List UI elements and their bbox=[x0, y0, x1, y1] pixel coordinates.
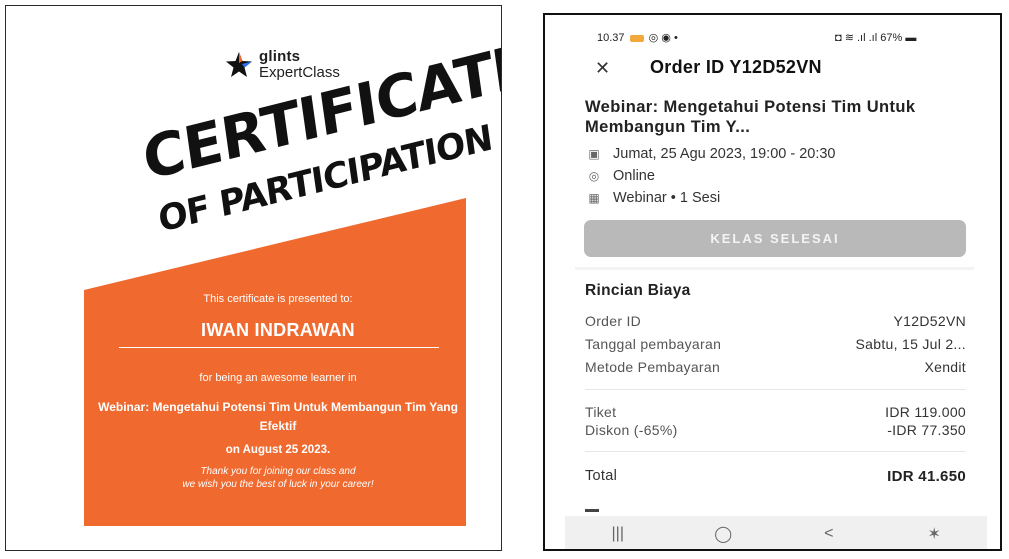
total-row: Total IDR 41.650 bbox=[585, 468, 966, 485]
class-finished-button[interactable]: KELAS SELESAI bbox=[584, 220, 966, 257]
cost-row: Order ID Y12D52VN bbox=[585, 313, 966, 329]
grid-icon: ▦ bbox=[588, 191, 600, 205]
notification-icon bbox=[629, 34, 644, 42]
presented-text: This certificate is presented to: bbox=[203, 293, 353, 305]
divider bbox=[585, 451, 966, 452]
android-nav-bar: ||| ◯ < ✶ bbox=[565, 516, 987, 549]
cost-row: Metode Pembayaran Xendit bbox=[585, 359, 966, 375]
thanks-line-2: we wish you the best of luck in your car… bbox=[182, 479, 374, 490]
glints-logo: glints ExpertClass bbox=[225, 49, 340, 81]
webinar-title: Webinar: Mengetahui Potensi Tim Untuk Me… bbox=[585, 98, 916, 136]
cost-row-label: Tanggal pembayaran bbox=[585, 336, 722, 352]
page-title: Order ID Y12D52VN bbox=[650, 57, 822, 77]
cost-row-value: Xendit bbox=[924, 359, 966, 375]
status-bar-left: 10.37 ◎ ◉ • bbox=[597, 31, 678, 44]
cost-row-value: Y12D52VN bbox=[893, 313, 966, 329]
type-text: Webinar • 1 Sesi bbox=[613, 190, 721, 206]
battery-icon: ▬ bbox=[905, 32, 917, 44]
thanks-message: Thank you for joining our class and we w… bbox=[86, 465, 470, 491]
ticket-row: Tiket IDR 119.000 bbox=[585, 404, 966, 420]
status-icons: ◘ ≋ .ıl .ıl bbox=[835, 32, 878, 44]
ticket-label: Tiket bbox=[585, 404, 617, 420]
location-pin-icon: ◎ bbox=[588, 169, 600, 183]
discount-row: Diskon (-65%) -IDR 77.350 bbox=[585, 422, 966, 438]
thanks-line-1: Thank you for joining our class and bbox=[200, 466, 356, 477]
recent-apps-icon[interactable]: ||| bbox=[598, 525, 638, 543]
total-value: IDR 41.650 bbox=[887, 468, 966, 485]
section-divider bbox=[575, 267, 974, 270]
phone-screenshot: 10.37 ◎ ◉ • ◘ ≋ .ıl .ıl 67% ▬ ✕ Order ID… bbox=[543, 13, 1002, 551]
discount-label: Diskon (-65%) bbox=[585, 422, 678, 438]
event-date: on August 25 2023. bbox=[225, 444, 331, 456]
ticket-value: IDR 119.000 bbox=[885, 404, 966, 420]
cost-heading: Rincian Biaya bbox=[585, 282, 691, 299]
divider bbox=[585, 389, 966, 390]
cost-row-label: Metode Pembayaran bbox=[585, 359, 721, 375]
cost-row: Tanggal pembayaran Sabtu, 15 Jul 2... bbox=[585, 336, 966, 352]
being-text: for being an awesome learner in bbox=[199, 372, 357, 384]
total-label: Total bbox=[585, 468, 618, 484]
course-title: Webinar: Mengetahui Potensi Tim Untuk Me… bbox=[98, 400, 458, 433]
divider bbox=[119, 347, 439, 348]
schedule-text: Jumat, 25 Agu 2023, 19:00 - 20:30 bbox=[613, 146, 836, 162]
close-icon[interactable]: ✕ bbox=[595, 58, 610, 79]
location-row: ◎ Online bbox=[585, 168, 655, 184]
calendar-icon: ▣ bbox=[588, 147, 600, 161]
back-icon[interactable]: < bbox=[809, 525, 849, 543]
status-time: 10.37 bbox=[597, 32, 625, 44]
star-icon bbox=[226, 52, 252, 77]
home-icon[interactable]: ◯ bbox=[703, 524, 743, 544]
status-bar-right: ◘ ≋ .ıl .ıl 67% ▬ bbox=[835, 31, 916, 44]
discount-value: -IDR 77.350 bbox=[887, 422, 966, 438]
recipient-name: IWAN INDRAWAN bbox=[201, 320, 355, 340]
cut-off-text: ▬ ▬ bbox=[585, 509, 615, 515]
type-row: ▦ Webinar • 1 Sesi bbox=[585, 190, 720, 206]
location-text: Online bbox=[613, 168, 655, 184]
certificate-panel: glints ExpertClass CERTIFICATE OF PARTIC… bbox=[5, 5, 502, 551]
cost-row-value: Sabtu, 15 Jul 2... bbox=[855, 336, 966, 352]
battery-level: 67% bbox=[880, 32, 903, 44]
cost-row-label: Order ID bbox=[585, 313, 642, 329]
brand-name: glints bbox=[259, 48, 301, 65]
schedule-row: ▣ Jumat, 25 Agu 2023, 19:00 - 20:30 bbox=[585, 146, 836, 162]
notification-icons: ◎ ◉ • bbox=[648, 32, 678, 44]
accessibility-icon[interactable]: ✶ bbox=[914, 524, 954, 544]
